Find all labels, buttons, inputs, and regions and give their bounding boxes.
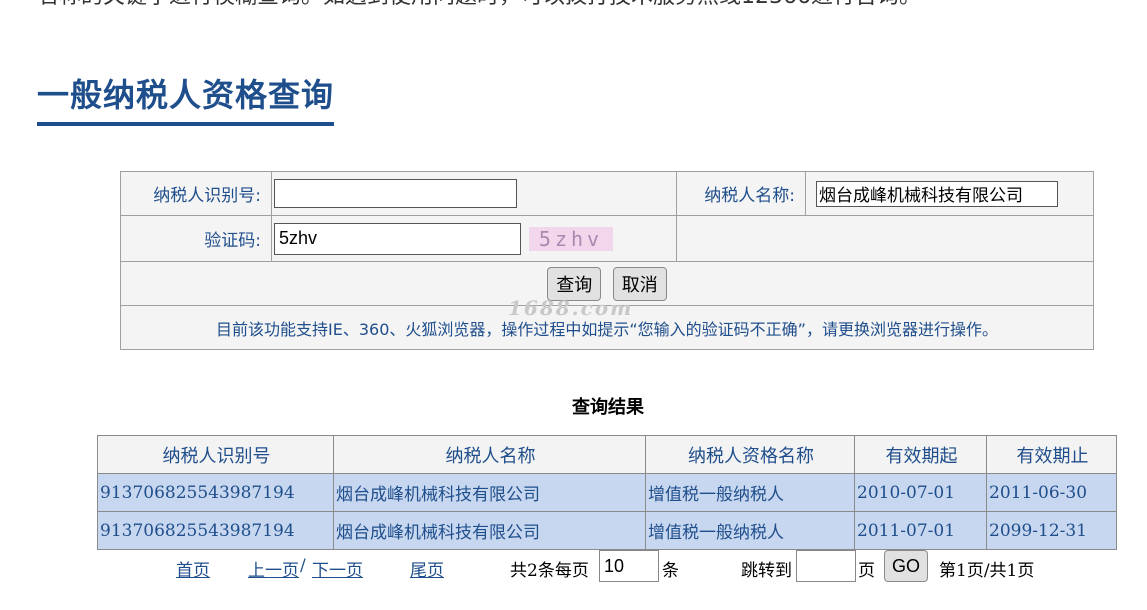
page-title: 一般纳税人资格查询 bbox=[37, 76, 335, 114]
cell-valid-from: 2011-07-01 bbox=[854, 511, 987, 550]
cell-valid-to: 2011-06-30 bbox=[986, 473, 1117, 512]
captcha-label: 验证码: bbox=[120, 215, 272, 262]
jump-page-unit: 页 bbox=[858, 561, 875, 581]
col-header-valid-from: 有效期起 bbox=[854, 435, 987, 474]
taxpayer-name-cell bbox=[805, 171, 1094, 216]
cell-taxpayer-id: 913706825543987194 bbox=[97, 511, 334, 550]
first-page-link[interactable]: 首页 bbox=[176, 556, 210, 581]
last-page-link[interactable]: 尾页 bbox=[410, 556, 444, 581]
result-table: 纳税人识别号 纳税人名称 纳税人资格名称 有效期起 有效期止 913706825… bbox=[97, 435, 1117, 550]
cell-qualification: 增值税一般纳税人 bbox=[645, 511, 855, 550]
taxpayer-id-input[interactable] bbox=[274, 179, 517, 208]
captcha-input[interactable] bbox=[274, 222, 521, 255]
pager-separator: / bbox=[300, 556, 306, 576]
table-row: 913706825543987194 烟台成峰机械科技有限公司 增值税一般纳税人… bbox=[97, 511, 1117, 550]
go-button[interactable]: GO bbox=[884, 550, 928, 582]
taxpayer-id-cell bbox=[271, 171, 677, 216]
result-header-row: 纳税人识别号 纳税人名称 纳税人资格名称 有效期起 有效期止 bbox=[97, 435, 1117, 474]
cell-valid-from: 2010-07-01 bbox=[854, 473, 987, 512]
watermark: 1688.com bbox=[508, 296, 634, 320]
jump-to-label: 跳转到 bbox=[741, 561, 792, 581]
pager: 首页 上一页 / 下一页 尾页 共2条每页 条 跳转到 页 GO 第1页/共1页 bbox=[0, 550, 1147, 584]
col-header-qualification: 纳税人资格名称 bbox=[645, 435, 855, 474]
table-row: 913706825543987194 烟台成峰机械科技有限公司 增值税一般纳税人… bbox=[97, 473, 1117, 512]
result-title: 查询结果 bbox=[572, 397, 644, 418]
total-count-text: 共2条每页 bbox=[510, 561, 589, 581]
cell-taxpayer-name: 烟台成峰机械科技有限公司 bbox=[333, 473, 646, 512]
empty-cell bbox=[676, 215, 1094, 262]
per-page-input[interactable] bbox=[599, 550, 659, 582]
captcha-image[interactable]: 5zhv bbox=[529, 226, 613, 251]
taxpayer-name-input[interactable] bbox=[816, 180, 1058, 207]
taxpayer-id-label: 纳税人识别号: bbox=[120, 171, 272, 216]
prev-page-link[interactable]: 上一页 bbox=[248, 556, 299, 581]
title-underline bbox=[37, 122, 334, 126]
intro-text: 名称的关键字进行模糊查询。如遇到使用问题时，可以拨打技术服务热线12366进行咨… bbox=[37, 0, 1137, 12]
col-header-taxpayer-id: 纳税人识别号 bbox=[97, 435, 334, 474]
captcha-cell: 5zhv bbox=[271, 215, 677, 262]
next-page-link[interactable]: 下一页 bbox=[312, 556, 363, 581]
jump-page-input[interactable] bbox=[796, 550, 856, 582]
cell-valid-to: 2099-12-31 bbox=[986, 511, 1117, 550]
cell-taxpayer-id: 913706825543987194 bbox=[97, 473, 334, 512]
per-page-unit: 条 bbox=[662, 561, 679, 581]
taxpayer-name-label: 纳税人名称: bbox=[676, 171, 806, 216]
col-header-taxpayer-name: 纳税人名称 bbox=[333, 435, 646, 474]
cell-taxpayer-name: 烟台成峰机械科技有限公司 bbox=[333, 511, 646, 550]
col-header-valid-to: 有效期止 bbox=[986, 435, 1117, 474]
cell-qualification: 增值税一般纳税人 bbox=[645, 473, 855, 512]
page-info: 第1页/共1页 bbox=[939, 561, 1035, 581]
query-form: 纳税人识别号: 纳税人名称: 验证码: 5zhv 查询 取消 目前该功能支持IE… bbox=[120, 171, 1094, 350]
